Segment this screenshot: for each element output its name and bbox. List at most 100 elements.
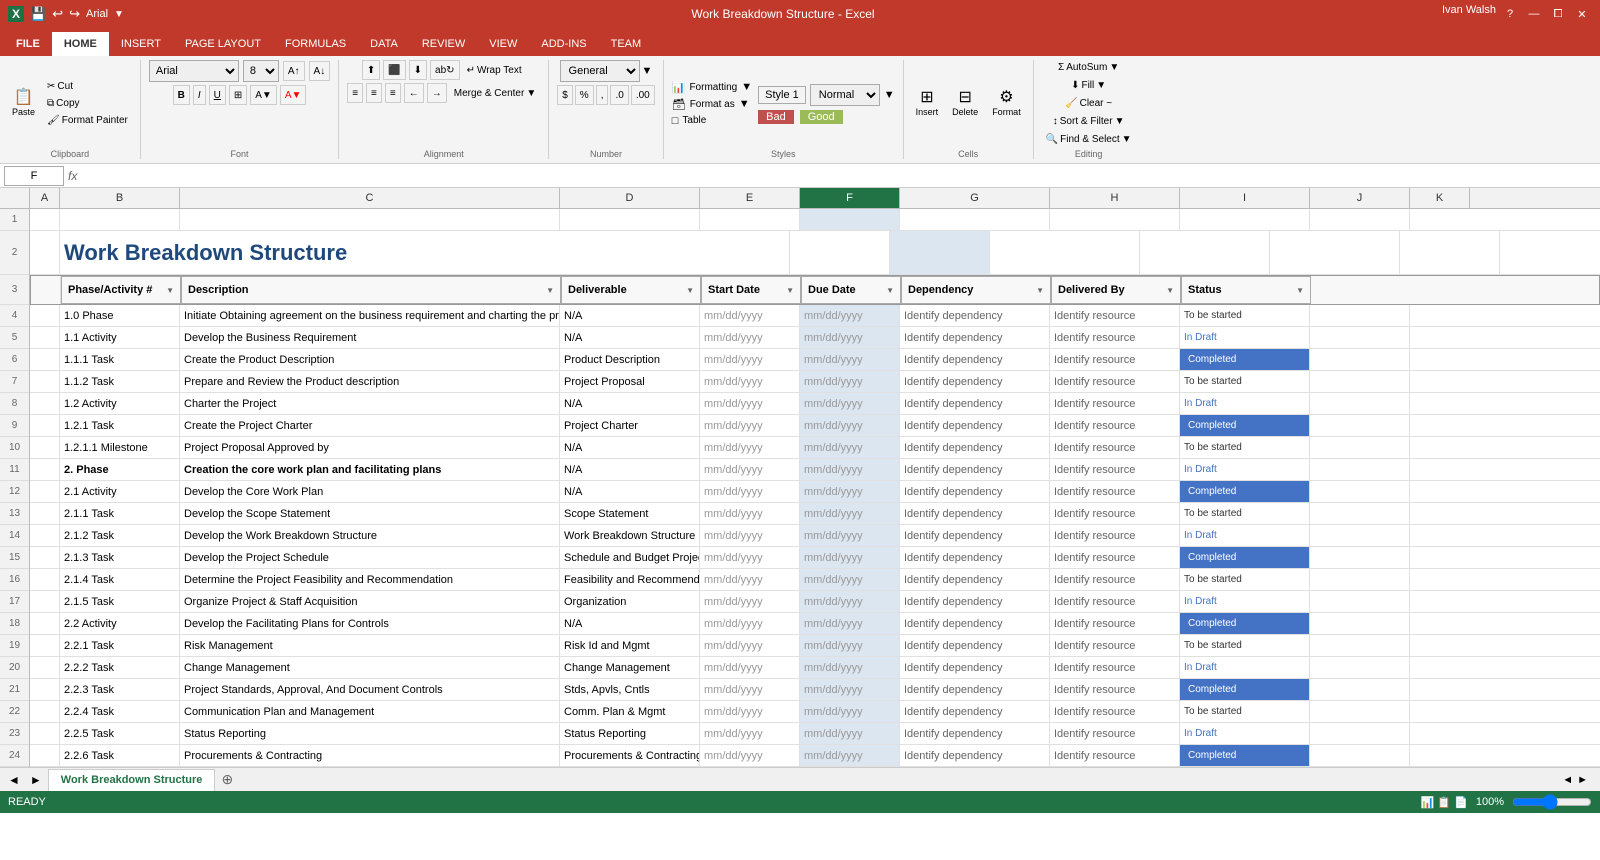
cell-f5[interactable]: mm/dd/yyyy: [800, 327, 900, 348]
cell-i9-status[interactable]: Completed: [1180, 415, 1310, 436]
cell-a16[interactable]: [30, 569, 60, 590]
cell-e10[interactable]: mm/dd/yyyy: [700, 437, 800, 458]
cell-i8-status[interactable]: In Draft: [1180, 393, 1310, 414]
formula-input[interactable]: [81, 166, 1596, 186]
cell-i1[interactable]: [1180, 209, 1310, 230]
cell-e20[interactable]: mm/dd/yyyy: [700, 657, 800, 678]
cell-c9[interactable]: Create the Project Charter: [180, 415, 560, 436]
close-btn[interactable]: ✕: [1572, 4, 1592, 24]
cell-a22[interactable]: [30, 701, 60, 722]
cell-e11[interactable]: mm/dd/yyyy: [700, 459, 800, 480]
undo-icon[interactable]: ↩: [52, 6, 63, 22]
sort-filter-btn[interactable]: ↕ Sort & Filter ▼: [1049, 114, 1129, 129]
cell-f15[interactable]: mm/dd/yyyy: [800, 547, 900, 568]
cell-d20[interactable]: Change Management: [560, 657, 700, 678]
align-middle-btn[interactable]: ⬛: [383, 60, 405, 80]
comma-btn[interactable]: ,: [596, 85, 609, 105]
cell-f8[interactable]: mm/dd/yyyy: [800, 393, 900, 414]
cell-j11[interactable]: [1310, 459, 1410, 480]
cell-c17[interactable]: Organize Project & Staff Acquisition: [180, 591, 560, 612]
cell-b16[interactable]: 2.1.4 Task: [60, 569, 180, 590]
col-header-b[interactable]: B: [60, 188, 180, 208]
cell-i15-status[interactable]: Completed: [1180, 547, 1310, 568]
header-status[interactable]: Status▼: [1181, 276, 1311, 304]
cell-a5[interactable]: [30, 327, 60, 348]
cell-c13[interactable]: Develop the Scope Statement: [180, 503, 560, 524]
cell-a7[interactable]: [30, 371, 60, 392]
cell-h11[interactable]: Identify resource: [1050, 459, 1180, 480]
cell-g9[interactable]: Identify dependency: [900, 415, 1050, 436]
cell-b4[interactable]: 1.0 Phase: [60, 305, 180, 326]
cell-f21[interactable]: mm/dd/yyyy: [800, 679, 900, 700]
cell-i16-status[interactable]: To be started: [1180, 569, 1310, 590]
cell-d11[interactable]: N/A: [560, 459, 700, 480]
cell-d13[interactable]: Scope Statement: [560, 503, 700, 524]
cell-g20[interactable]: Identify dependency: [900, 657, 1050, 678]
cell-g13[interactable]: Identify dependency: [900, 503, 1050, 524]
cell-f12[interactable]: mm/dd/yyyy: [800, 481, 900, 502]
cell-g16[interactable]: Identify dependency: [900, 569, 1050, 590]
cell-d19[interactable]: Risk Id and Mgmt: [560, 635, 700, 656]
increase-font-btn[interactable]: A↑: [283, 61, 305, 81]
tab-review[interactable]: REVIEW: [410, 32, 477, 56]
cell-c16[interactable]: Determine the Project Feasibility and Re…: [180, 569, 560, 590]
cell-h9[interactable]: Identify resource: [1050, 415, 1180, 436]
cell-i2[interactable]: [1270, 231, 1400, 274]
cell-e24[interactable]: mm/dd/yyyy: [700, 745, 800, 766]
wrap-text-btn[interactable]: ↵ Wrap Text: [463, 60, 526, 80]
normal-select[interactable]: Normal: [810, 84, 880, 106]
cell-c21[interactable]: Project Standards, Approval, And Documen…: [180, 679, 560, 700]
cell-g22[interactable]: Identify dependency: [900, 701, 1050, 722]
cell-c4[interactable]: Initiate Obtaining agreement on the busi…: [180, 305, 560, 326]
copy-button[interactable]: ⧉ Copy: [43, 96, 132, 111]
cell-b19[interactable]: 2.2.1 Task: [60, 635, 180, 656]
header-dependency[interactable]: Dependency▼: [901, 276, 1051, 304]
cell-h5[interactable]: Identify resource: [1050, 327, 1180, 348]
conditional-formatting-btn[interactable]: 📊 Formatting ▼: [672, 81, 752, 94]
find-select-btn[interactable]: 🔍 Find & Select ▼: [1042, 132, 1136, 147]
cell-j15[interactable]: [1310, 547, 1410, 568]
border-btn[interactable]: ⊞: [229, 85, 247, 105]
header-phase[interactable]: Phase/Activity #▼: [61, 276, 181, 304]
cell-i21-status[interactable]: Completed: [1180, 679, 1310, 700]
col-header-f[interactable]: F: [800, 188, 900, 208]
cell-b11[interactable]: 2. Phase: [60, 459, 180, 480]
cell-f24[interactable]: mm/dd/yyyy: [800, 745, 900, 766]
cell-e12[interactable]: mm/dd/yyyy: [700, 481, 800, 502]
cell-g11[interactable]: Identify dependency: [900, 459, 1050, 480]
cell-e22[interactable]: mm/dd/yyyy: [700, 701, 800, 722]
cell-d14[interactable]: Work Breakdown Structure: [560, 525, 700, 546]
align-right-btn[interactable]: ≡: [385, 83, 401, 103]
cut-button[interactable]: ✂ Cut: [43, 79, 132, 94]
cell-e4[interactable]: mm/dd/yyyy: [700, 305, 800, 326]
cell-b21[interactable]: 2.2.3 Task: [60, 679, 180, 700]
cell-a6[interactable]: [30, 349, 60, 370]
cell-e5[interactable]: mm/dd/yyyy: [700, 327, 800, 348]
cell-a11[interactable]: [30, 459, 60, 480]
paste-button[interactable]: 📋 Paste: [8, 88, 39, 119]
cell-f2[interactable]: [890, 231, 990, 274]
tab-data[interactable]: DATA: [358, 32, 410, 56]
cell-h17[interactable]: Identify resource: [1050, 591, 1180, 612]
cell-f10[interactable]: mm/dd/yyyy: [800, 437, 900, 458]
cell-a13[interactable]: [30, 503, 60, 524]
cell-g5[interactable]: Identify dependency: [900, 327, 1050, 348]
cell-i20-status[interactable]: In Draft: [1180, 657, 1310, 678]
filter-phase[interactable]: ▼: [166, 286, 174, 295]
minimize-btn[interactable]: —: [1524, 4, 1544, 24]
tab-addins[interactable]: ADD-INS: [529, 32, 598, 56]
cell-c1[interactable]: [180, 209, 560, 230]
cell-g2[interactable]: [990, 231, 1140, 274]
cell-e13[interactable]: mm/dd/yyyy: [700, 503, 800, 524]
cell-d1[interactable]: [560, 209, 700, 230]
cell-h21[interactable]: Identify resource: [1050, 679, 1180, 700]
scroll-right[interactable]: ►: [1577, 774, 1588, 786]
cell-a20[interactable]: [30, 657, 60, 678]
cell-e19[interactable]: mm/dd/yyyy: [700, 635, 800, 656]
cell-i13-status[interactable]: To be started: [1180, 503, 1310, 524]
col-header-e[interactable]: E: [700, 188, 800, 208]
cell-b14[interactable]: 2.1.2 Task: [60, 525, 180, 546]
cell-g23[interactable]: Identify dependency: [900, 723, 1050, 744]
cell-f16[interactable]: mm/dd/yyyy: [800, 569, 900, 590]
cell-i5-status[interactable]: In Draft: [1180, 327, 1310, 348]
